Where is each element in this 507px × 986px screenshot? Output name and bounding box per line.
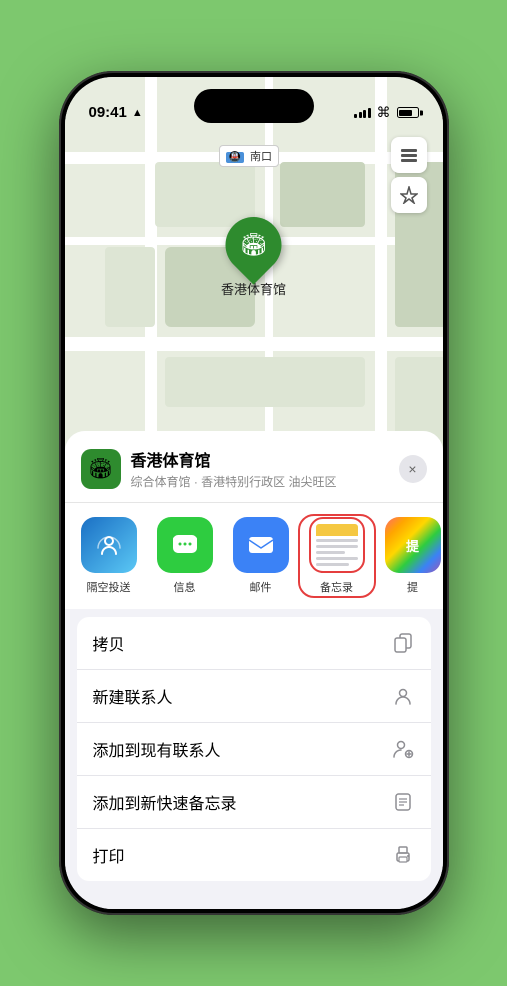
battery-icon <box>397 107 419 118</box>
bottom-sheet: 🏟 香港体育馆 综合体育馆 · 香港特别行政区 油尖旺区 × <box>65 431 443 909</box>
more-label: 提 <box>407 579 418 595</box>
share-item-airdrop[interactable]: 隔空投送 <box>73 517 145 595</box>
share-item-notes[interactable]: 备忘录 <box>301 517 373 595</box>
action-add-existing-label: 添加到现有联系人 <box>93 737 221 761</box>
notes-label: 备忘录 <box>320 579 353 595</box>
person-add-icon <box>391 737 415 761</box>
location-arrow-icon: ▲ <box>132 107 143 119</box>
share-item-mail[interactable]: 邮件 <box>225 517 297 595</box>
action-quick-note-label: 添加到新快速备忘录 <box>93 790 237 814</box>
share-item-more[interactable]: 提 提 <box>377 517 443 595</box>
phone-frame: 09:41 ▲ ⌘ <box>59 71 449 915</box>
location-name: 香港体育馆 <box>131 447 389 471</box>
copy-icon <box>391 631 415 655</box>
dynamic-island <box>194 89 314 123</box>
share-row: 隔空投送 信息 <box>65 503 443 609</box>
wifi-icon: ⌘ <box>377 104 391 121</box>
location-subtitle: 综合体育馆 · 香港特别行政区 油尖旺区 <box>131 473 389 490</box>
location-venue-icon: 🏟 <box>81 449 121 489</box>
stadium-pin: 🏟 <box>214 205 293 284</box>
note-icon <box>391 790 415 814</box>
stadium-marker[interactable]: 🏟 香港体育馆 <box>221 217 286 298</box>
person-icon <box>391 684 415 708</box>
mail-icon <box>233 517 289 573</box>
close-button[interactable]: × <box>399 455 427 483</box>
map-label: 🚇 南口 <box>219 145 280 167</box>
action-new-contact-label: 新建联系人 <box>93 684 173 708</box>
action-copy[interactable]: 拷贝 <box>77 617 431 670</box>
status-icons: ⌘ <box>354 104 419 121</box>
location-header: 🏟 香港体育馆 综合体育馆 · 香港特别行政区 油尖旺区 × <box>65 431 443 503</box>
action-add-existing-contact[interactable]: 添加到现有联系人 <box>77 723 431 776</box>
map-controls <box>391 137 427 217</box>
action-add-quick-note[interactable]: 添加到新快速备忘录 <box>77 776 431 829</box>
messages-label: 信息 <box>174 579 196 595</box>
map-layers-button[interactable] <box>391 137 427 173</box>
notes-icon <box>309 517 365 573</box>
mail-label: 邮件 <box>250 579 272 595</box>
location-button[interactable] <box>391 177 427 213</box>
messages-icon <box>157 517 213 573</box>
action-print[interactable]: 打印 <box>77 829 431 881</box>
more-icon: 提 <box>385 517 441 573</box>
phone-screen: 09:41 ▲ ⌘ <box>65 77 443 909</box>
share-item-messages[interactable]: 信息 <box>149 517 221 595</box>
airdrop-icon <box>81 517 137 573</box>
action-print-label: 打印 <box>93 843 125 867</box>
location-info: 香港体育馆 综合体育馆 · 香港特别行政区 油尖旺区 <box>131 447 389 490</box>
action-new-contact[interactable]: 新建联系人 <box>77 670 431 723</box>
status-time: 09:41 ▲ <box>89 104 143 121</box>
airdrop-label: 隔空投送 <box>87 579 131 595</box>
signal-icon <box>354 108 371 118</box>
print-icon <box>391 843 415 867</box>
action-copy-label: 拷贝 <box>93 631 125 655</box>
action-list: 拷贝 新建联系人 <box>77 617 431 881</box>
